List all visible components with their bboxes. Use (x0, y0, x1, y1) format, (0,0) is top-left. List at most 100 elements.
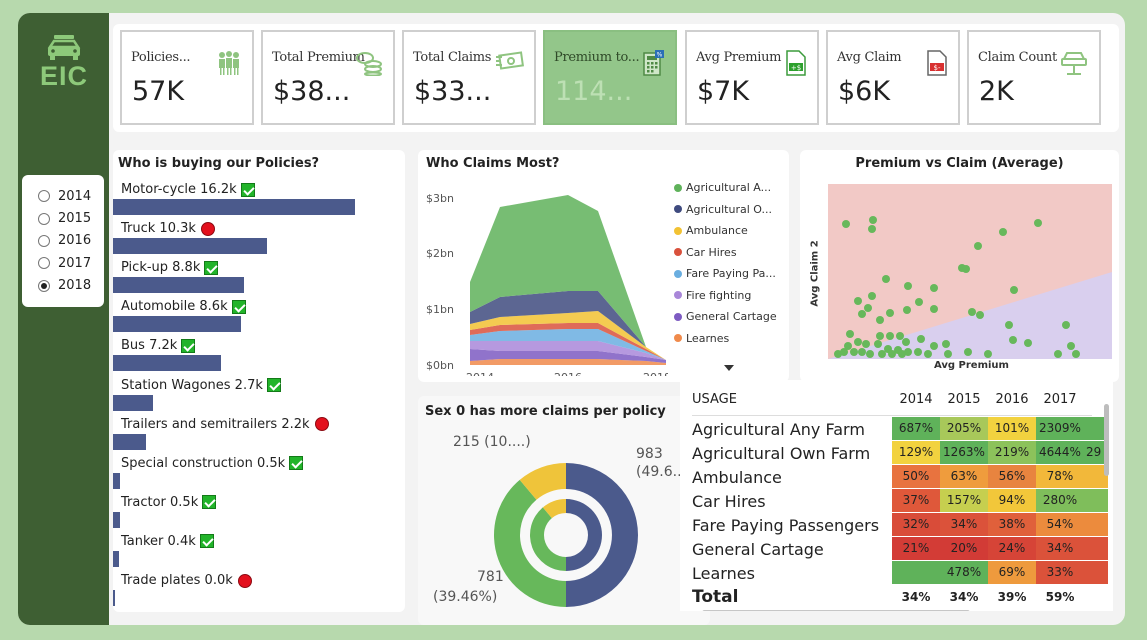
scatter-point[interactable] (862, 340, 870, 348)
matrix-col-header[interactable]: 2015 (940, 392, 988, 407)
matrix-cell[interactable]: 33% (1036, 561, 1084, 584)
matrix-cell[interactable]: 34% (1036, 537, 1084, 560)
donut-slice-inner[interactable] (566, 499, 602, 571)
scatter-point[interactable] (1034, 219, 1042, 227)
policy-bar[interactable] (113, 277, 245, 294)
matrix-cell[interactable]: 101% (988, 417, 1036, 440)
scatter-point[interactable] (1024, 339, 1032, 347)
scatter-point[interactable] (968, 308, 976, 316)
scatter-point[interactable] (842, 220, 850, 228)
scatter-point[interactable] (1062, 321, 1070, 329)
claims-legend-item[interactable]: Fare Paying Pa... (674, 267, 776, 280)
policy-bar[interactable] (113, 238, 267, 255)
matrix-cell[interactable]: 1263% (940, 441, 988, 464)
matrix-cell-overflow[interactable] (1084, 537, 1108, 560)
matrix-cell[interactable]: 63% (940, 465, 988, 488)
matrix-cell[interactable]: 205% (940, 417, 988, 440)
policy-bar[interactable] (113, 472, 121, 489)
policy-bar-row[interactable]: Bus 7.2k (113, 338, 393, 377)
radio-icon[interactable] (38, 212, 50, 225)
scatter-point[interactable] (902, 338, 910, 346)
matrix-cell[interactable]: 94% (988, 489, 1036, 512)
matrix-cell-overflow[interactable] (1084, 489, 1108, 512)
radio-icon[interactable] (38, 279, 50, 292)
radio-icon[interactable] (38, 257, 50, 270)
scatter-point[interactable] (914, 348, 922, 356)
scatter-point[interactable] (1072, 350, 1080, 358)
scatter-point[interactable] (878, 350, 886, 358)
policy-bar-row[interactable]: Tractor 0.5k (113, 495, 393, 534)
year-option-2018[interactable]: 2018 (38, 275, 104, 297)
matrix-cell[interactable]: 50% (892, 465, 940, 488)
matrix-col-header[interactable]: 2017 (1036, 392, 1084, 407)
kpi-card-1[interactable]: Total Premium $38... (261, 30, 395, 125)
matrix-cell[interactable]: 32% (892, 513, 940, 536)
policy-bar[interactable] (113, 199, 355, 215)
claims-legend-item[interactable]: General Cartage (674, 310, 777, 323)
scatter-point[interactable] (886, 309, 894, 317)
scatter-point[interactable] (898, 350, 906, 358)
policy-bar-row[interactable]: Tanker 0.4k (113, 534, 393, 573)
scatter-point[interactable] (886, 332, 894, 340)
policy-bar[interactable] (113, 433, 146, 450)
year-option-2017[interactable]: 2017 (38, 252, 104, 274)
policy-bar[interactable] (113, 316, 242, 333)
scatter-point[interactable] (850, 348, 858, 356)
scatter-point[interactable] (964, 348, 972, 356)
kpi-card-6[interactable]: Claim Count 2K (967, 30, 1101, 125)
claims-legend-item[interactable]: Learnes (674, 332, 729, 345)
donut-slice-inner[interactable] (530, 507, 566, 571)
scatter-point[interactable] (1005, 321, 1013, 329)
policy-bar-row[interactable]: Trailers and semitrailers 2.2k (113, 417, 393, 456)
scatter-point[interactable] (903, 306, 911, 314)
matrix-horizontal-scrollbar[interactable] (702, 610, 970, 611)
radio-icon[interactable] (38, 234, 50, 247)
matrix-cell[interactable]: 129% (892, 441, 940, 464)
policy-bar[interactable] (113, 355, 221, 372)
scatter-point[interactable] (1067, 342, 1075, 350)
matrix-cell[interactable]: 24% (988, 537, 1036, 560)
policy-bar-row[interactable]: Automobile 8.6k (113, 299, 393, 338)
scatter-point[interactable] (846, 330, 854, 338)
scatter-point[interactable] (858, 310, 866, 318)
kpi-card-3[interactable]: Premium to... 114...% (543, 30, 677, 125)
policy-bar-row[interactable]: Truck 10.3k (113, 221, 393, 260)
matrix-cell-overflow[interactable] (1084, 513, 1108, 536)
policy-bar[interactable] (113, 394, 154, 411)
scatter-point[interactable] (874, 340, 882, 348)
scatter-point[interactable] (1054, 350, 1062, 358)
scatter-point[interactable] (858, 348, 866, 356)
matrix-cell[interactable]: 280% (1036, 489, 1084, 512)
scatter-point[interactable] (999, 228, 1007, 236)
scatter-point[interactable] (1010, 286, 1018, 294)
kpi-card-2[interactable]: Total Claims $33... (402, 30, 536, 125)
scatter-point[interactable] (976, 311, 984, 319)
scatter-point[interactable] (917, 335, 925, 343)
scatter-point[interactable] (866, 350, 874, 358)
scatter-point[interactable] (915, 298, 923, 306)
matrix-col-header[interactable]: 2014 (892, 392, 940, 407)
matrix-cell[interactable]: 20% (940, 537, 988, 560)
scatter-point[interactable] (942, 340, 950, 348)
kpi-card-5[interactable]: Avg Claim $6K $- (826, 30, 960, 125)
matrix-cell[interactable]: 38% (988, 513, 1036, 536)
matrix-cell[interactable]: 157% (940, 489, 988, 512)
scatter-point[interactable] (854, 297, 862, 305)
chevron-down-icon[interactable] (723, 364, 735, 372)
scatter-point[interactable] (930, 342, 938, 350)
policy-bar[interactable] (113, 550, 119, 567)
matrix-cell[interactable]: 34% (940, 513, 988, 536)
kpi-card-0[interactable]: Policies... 57K (120, 30, 254, 125)
scatter-point[interactable] (924, 350, 932, 358)
claims-legend-item[interactable]: Ambulance (674, 224, 748, 237)
scatter-point[interactable] (930, 284, 938, 292)
radio-icon[interactable] (38, 190, 50, 203)
scatter-point[interactable] (896, 332, 904, 340)
matrix-cell[interactable]: 219% (988, 441, 1036, 464)
matrix-vertical-scrollbar[interactable] (1104, 404, 1109, 476)
scatter-point[interactable] (844, 342, 852, 350)
claims-legend-item[interactable]: Agricultural A... (674, 181, 771, 194)
matrix-cell-overflow[interactable] (1084, 561, 1108, 584)
kpi-card-4[interactable]: Avg Premium $7K +$ (685, 30, 819, 125)
scatter-point[interactable] (868, 292, 876, 300)
